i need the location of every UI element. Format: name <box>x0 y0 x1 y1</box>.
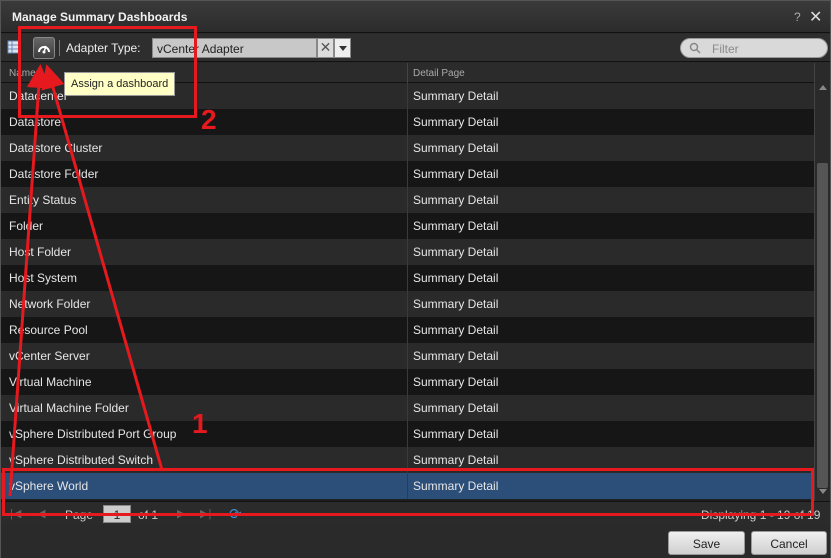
cancel-button[interactable]: Cancel <box>751 531 827 555</box>
annotation-box-2 <box>18 26 197 118</box>
cell-divider <box>407 187 408 213</box>
row-name-cell: Folder <box>9 219 44 233</box>
close-icon[interactable]: ✕ <box>809 7 822 27</box>
table-row[interactable]: Datastore Folder Summary Detail <box>1 161 814 187</box>
cell-divider <box>407 265 408 291</box>
row-name-cell: Network Folder <box>9 297 91 311</box>
row-detail-page-cell: Summary Detail <box>413 193 499 207</box>
row-detail-page-cell: Summary Detail <box>413 219 499 233</box>
table-row[interactable]: Resource Pool Summary Detail <box>1 317 814 343</box>
table-row[interactable]: Virtual Machine Summary Detail <box>1 369 814 395</box>
column-divider <box>407 63 408 83</box>
row-name-cell: Host System <box>9 271 78 285</box>
row-name-cell: Host Folder <box>9 245 72 259</box>
scroll-thumb[interactable] <box>817 163 828 488</box>
clear-icon[interactable]: ✕ <box>317 38 334 58</box>
dashboard-grid: Name Detail Page Datacenter Summary Detai… <box>1 63 830 501</box>
table-row[interactable]: Folder Summary Detail <box>1 213 814 239</box>
column-header-detail-page[interactable]: Detail Page <box>413 68 465 79</box>
cell-divider <box>407 369 408 395</box>
cell-divider <box>407 135 408 161</box>
row-name-cell: vSphere Distributed Port Group <box>9 427 177 441</box>
cell-divider <box>407 291 408 317</box>
dialog-title: Manage Summary Dashboards <box>12 10 188 24</box>
cell-divider <box>407 343 408 369</box>
row-name-cell: Virtual Machine <box>9 375 92 389</box>
row-detail-page-cell: Summary Detail <box>413 323 499 337</box>
cell-divider <box>407 317 408 343</box>
row-name-cell: Virtual Machine Folder <box>9 401 129 415</box>
row-detail-page-cell: Summary Detail <box>413 427 499 441</box>
vertical-scrollbar[interactable] <box>814 63 830 501</box>
row-name-cell: Datastore Folder <box>9 167 99 181</box>
table-row[interactable]: vCenter Server Summary Detail <box>1 343 814 369</box>
filter-input[interactable]: Filter <box>680 38 828 58</box>
table-row[interactable]: Network Folder Summary Detail <box>1 291 814 317</box>
table-row[interactable]: Datastore Cluster Summary Detail <box>1 135 814 161</box>
row-name-cell: Datastore Cluster <box>9 141 103 155</box>
cell-divider <box>407 239 408 265</box>
search-icon <box>689 42 701 57</box>
table-row[interactable]: vSphere Distributed Port Group Summary De… <box>1 421 814 447</box>
row-detail-page-cell: Summary Detail <box>413 401 499 415</box>
cell-divider <box>407 395 408 421</box>
row-detail-page-cell: Summary Detail <box>413 141 499 155</box>
annotation-box-1 <box>2 468 814 516</box>
row-name-cell: Entity Status <box>9 193 77 207</box>
row-detail-page-cell: Summary Detail <box>413 245 499 259</box>
cell-divider <box>407 83 408 109</box>
row-detail-page-cell: Summary Detail <box>413 453 499 467</box>
table-row[interactable]: Host Folder Summary Detail <box>1 239 814 265</box>
row-detail-page-cell: Summary Detail <box>413 89 499 103</box>
save-button[interactable]: Save <box>668 531 745 555</box>
row-detail-page-cell: Summary Detail <box>413 271 499 285</box>
row-name-cell: vCenter Server <box>9 349 90 363</box>
row-detail-page-cell: Summary Detail <box>413 297 499 311</box>
table-row[interactable]: Host System Summary Detail <box>1 265 814 291</box>
cell-divider <box>407 161 408 187</box>
filter-placeholder: Filter <box>712 42 739 56</box>
annotation-label-1: 1 <box>192 408 208 439</box>
annotation-label-2: 2 <box>201 104 217 135</box>
dialog-footer: Save Cancel <box>1 526 830 558</box>
row-detail-page-cell: Summary Detail <box>413 349 499 363</box>
cell-divider <box>407 109 408 135</box>
cell-divider <box>407 213 408 239</box>
help-icon[interactable]: ? <box>794 10 801 24</box>
cell-divider <box>407 421 408 447</box>
row-detail-page-cell: Summary Detail <box>413 167 499 181</box>
row-detail-page-cell: Summary Detail <box>413 375 499 389</box>
row-name-cell: Resource Pool <box>9 323 88 337</box>
row-name-cell: vSphere Distributed Switch <box>9 453 154 467</box>
row-detail-page-cell: Summary Detail <box>413 115 499 129</box>
scroll-up-icon[interactable] <box>819 85 827 90</box>
grid-rows: Datacenter Summary Detail Datastore Summary… <box>1 83 814 499</box>
table-row[interactable]: Entity Status Summary Detail <box>1 187 814 213</box>
chevron-down-icon[interactable] <box>334 38 351 58</box>
scroll-down-icon[interactable] <box>819 489 827 494</box>
table-row[interactable]: Virtual Machine Folder Summary Detail <box>1 395 814 421</box>
